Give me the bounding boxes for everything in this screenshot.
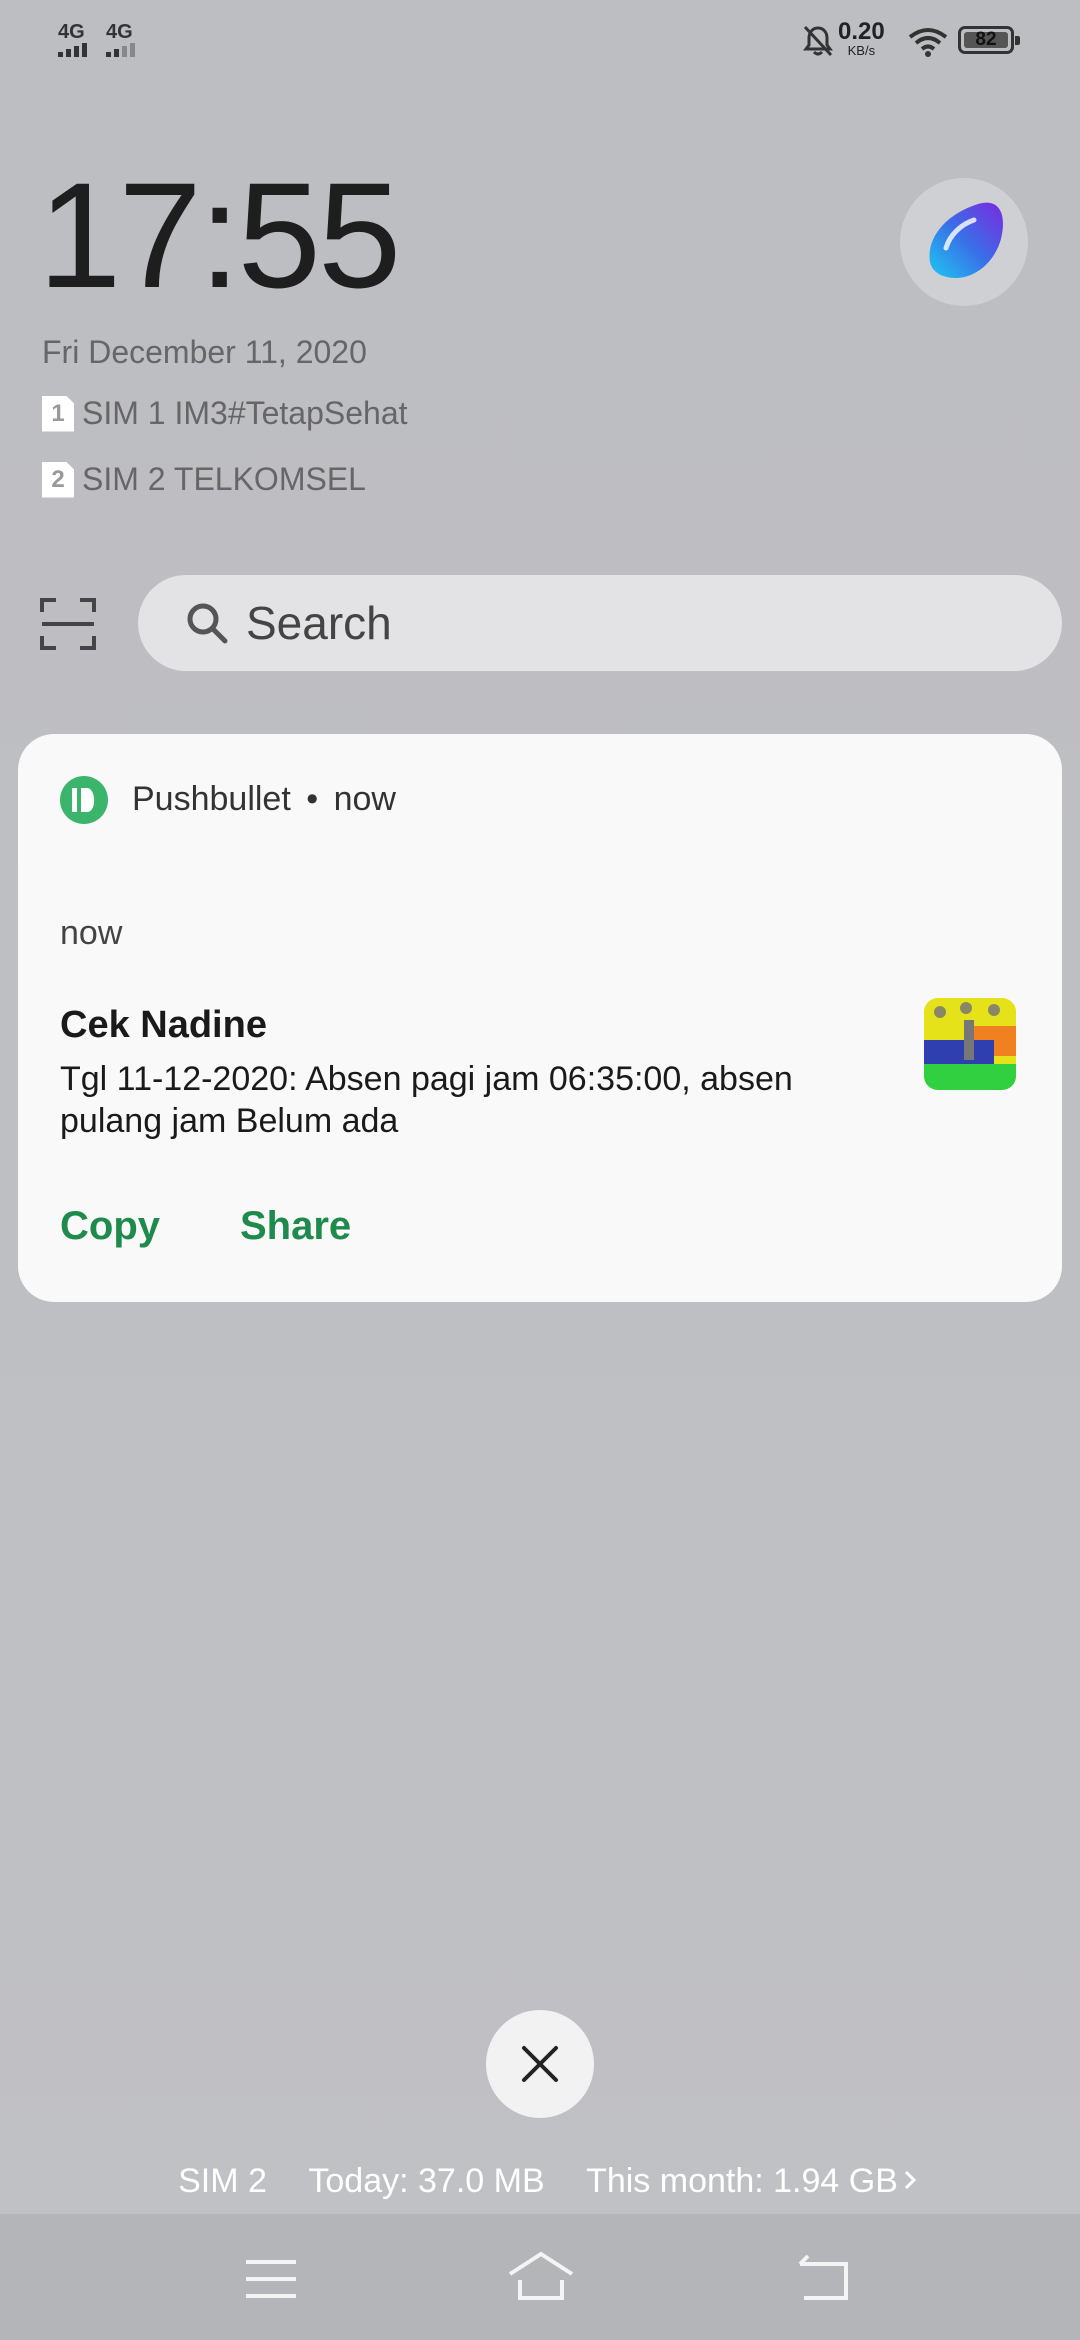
network-speed-unit: KB/s — [847, 43, 876, 58]
share-button[interactable]: Share — [240, 1204, 351, 1249]
pushbullet-icon — [60, 776, 108, 824]
battery-level: 82 — [975, 29, 997, 50]
battery-icon: 82 — [958, 26, 1020, 54]
home-icon[interactable] — [506, 2250, 576, 2302]
separator-dot: • — [306, 780, 319, 818]
data-usage-today: Today: 37.0 MB — [308, 2162, 545, 2200]
network-speed: 0.20 KB/s — [838, 20, 885, 58]
copy-button[interactable]: Copy — [60, 1204, 160, 1249]
sim1-signal-icon — [58, 43, 87, 57]
mute-icon — [803, 25, 833, 57]
search-icon — [187, 603, 228, 644]
data-usage-sim: SIM 2 — [178, 2162, 267, 2200]
notification-card[interactable]: Pushbullet • now now Cek Nadine Tgl 11-1… — [18, 734, 1062, 1302]
sim1-operator: 1 SIM 1 IM3#TetapSehat — [42, 395, 408, 432]
assistant-button[interactable] — [900, 178, 1028, 306]
close-icon — [522, 2046, 558, 2082]
sim1-network-label: 4G — [58, 21, 85, 43]
sim1-operator-label: SIM 1 IM3#TetapSehat — [82, 395, 408, 431]
sim2-signal: 4G — [106, 22, 135, 57]
notification-thumbnail — [924, 998, 1016, 1090]
navigation-bar — [0, 2214, 1080, 2340]
notification-app-name: Pushbullet — [132, 780, 291, 818]
lockscreen-date: Fri December 11, 2020 — [42, 334, 367, 370]
sim2-slot-icon: 2 — [42, 461, 74, 498]
notification-header: Pushbullet • now — [132, 780, 396, 819]
lockscreen-clock: 17:55 — [38, 151, 401, 319]
notification-header-time: now — [333, 780, 396, 818]
notification-time: now — [60, 914, 123, 952]
notification-body: Tgl 11-12-2020: Absen pagi jam 06:35:00,… — [60, 1060, 793, 1140]
sim1-signal: 4G — [58, 22, 87, 57]
network-speed-value: 0.20 — [838, 18, 885, 45]
data-usage-bar[interactable]: SIM 2 Today: 37.0 MB This month: 1.94 GB — [0, 2162, 1080, 2201]
back-icon[interactable] — [796, 2254, 852, 2304]
sim2-operator-label: SIM 2 TELKOMSEL — [82, 461, 366, 497]
notification-title: Cek Nadine — [60, 1004, 267, 1046]
sim1-slot-icon: 1 — [42, 395, 74, 432]
scan-icon[interactable] — [40, 596, 96, 652]
wifi-icon — [908, 28, 948, 57]
data-usage-month: This month: 1.94 GB — [586, 2162, 898, 2200]
menu-icon[interactable] — [244, 2258, 298, 2300]
sim2-operator: 2 SIM 2 TELKOMSEL — [42, 461, 366, 498]
sim2-signal-icon — [106, 43, 135, 57]
search-placeholder: Search — [246, 597, 392, 649]
clear-notifications-button[interactable] — [486, 2010, 594, 2118]
sim2-network-label: 4G — [106, 21, 133, 43]
assistant-icon — [929, 202, 1003, 278]
chevron-right-icon — [904, 2170, 917, 2190]
search-bar[interactable]: Search — [138, 575, 1062, 671]
